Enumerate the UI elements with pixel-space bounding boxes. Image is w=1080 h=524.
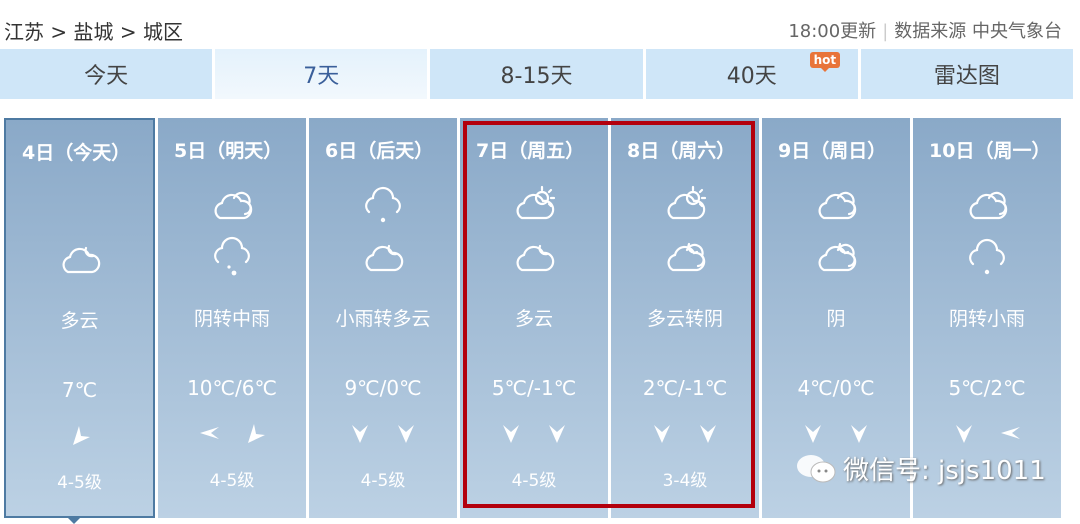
wind-direction — [158, 422, 306, 444]
light-rain-icon — [365, 186, 401, 223]
tab-7-days[interactable]: 7天 — [215, 49, 428, 99]
update-info: 18:00更新 | 数据来源 中央气象台 — [788, 17, 1062, 43]
wind-level: 4-5级 — [360, 471, 406, 491]
forecast-day-1[interactable]: 4日（今天） 多云 7℃ 4-5级 — [4, 118, 155, 524]
temperature: 10℃/6℃ — [187, 376, 277, 400]
divider: | — [882, 21, 889, 42]
partly-cloudy-night-icon — [365, 244, 404, 272]
forecast-tabs: 今天 7天 8-15天 40天 hot 雷达图 — [0, 49, 1074, 99]
weather-desc: 阴 — [826, 308, 846, 330]
wind-direction — [762, 422, 910, 444]
breadcrumb[interactable]: 江苏 > 盐城 > 城区 — [4, 16, 183, 45]
partly-cloudy-night-icon — [516, 244, 555, 272]
tab-label: 40天 — [726, 64, 777, 89]
weather-desc: 小雨转多云 — [335, 308, 431, 330]
wind-north-icon — [398, 425, 414, 443]
tab-8-15-days[interactable]: 8-15天 — [430, 49, 643, 99]
wind-north-icon — [352, 425, 368, 443]
watermark: 微信号: jsjs1011 — [795, 450, 1046, 487]
wechat-icon — [797, 454, 836, 482]
temperature: 5℃/-1℃ — [491, 376, 577, 400]
day-title: 8日（周六） — [627, 140, 736, 162]
wind-level: 3-4级 — [662, 471, 708, 491]
update-time: 18:00更新 — [788, 21, 877, 42]
temperature: 5℃/2℃ — [948, 376, 1026, 400]
watermark-text: 微信号: jsjs1011 — [843, 456, 1046, 486]
tab-today[interactable]: 今天 — [0, 49, 213, 99]
overcast-night-icon — [818, 242, 857, 272]
forecast-day-2[interactable]: 5日（明天） 阴转中雨 10℃/6℃ 4-5级 — [158, 118, 306, 518]
wind-north-icon — [956, 425, 972, 443]
tab-40-days[interactable]: 40天 hot — [645, 49, 858, 99]
forecast-day-5[interactable]: 8日（周六） 多云转阴 2℃/-1℃ 3-4级 — [611, 118, 759, 518]
rain-icon — [214, 236, 250, 276]
tab-label: 雷达图 — [933, 64, 1000, 89]
hot-badge: hot — [809, 52, 841, 72]
wind-level: 4-5级 — [57, 473, 102, 493]
weather-desc: 多云 — [514, 308, 553, 330]
day-title: 4日（今天） — [22, 142, 131, 164]
wind-direction — [6, 424, 153, 446]
temperature: 7℃ — [61, 378, 98, 402]
weather-desc: 阴转小雨 — [948, 308, 1025, 330]
light-rain-icon — [969, 238, 1005, 275]
wind-north-icon — [654, 425, 670, 443]
temperature: 4℃/0℃ — [797, 376, 875, 400]
tab-label: 8-15天 — [500, 64, 573, 89]
wind-northeast-icon — [72, 426, 90, 445]
temperature: 9℃/0℃ — [344, 376, 422, 400]
weather-desc: 多云 — [60, 310, 99, 332]
tab-label: 7天 — [303, 64, 340, 89]
partly-cloudy-day-icon — [667, 185, 707, 220]
day-title: 5日（明天） — [174, 140, 283, 162]
wind-north-icon — [851, 425, 867, 443]
weather-desc: 阴转中雨 — [193, 308, 270, 330]
wind-east-icon — [200, 427, 219, 439]
temperature: 2℃/-1℃ — [642, 376, 728, 400]
day-title: 9日（周日） — [778, 140, 887, 162]
wind-north-icon — [700, 425, 716, 443]
forecast-day-4[interactable]: 7日（周五） 多云 5℃/-1℃ 4-5级 — [460, 118, 608, 518]
overcast-icon — [969, 191, 1008, 220]
overcast-night-icon — [667, 242, 706, 272]
weather-desc: 多云转阴 — [646, 308, 723, 330]
wind-north-icon — [549, 425, 565, 443]
tab-label: 今天 — [84, 64, 129, 89]
wind-east-icon — [1001, 427, 1020, 439]
wind-north-icon — [805, 425, 821, 443]
day-title: 7日（周五） — [476, 140, 585, 162]
tab-radar[interactable]: 雷达图 — [860, 49, 1074, 99]
wind-direction — [611, 422, 759, 444]
day-title: 6日（后天） — [325, 140, 434, 162]
wind-north-icon — [503, 425, 519, 443]
forecast-day-3[interactable]: 6日（后天） 小雨转多云 9℃/0℃ 4-5级 — [309, 118, 457, 518]
wind-level: 4-5级 — [511, 471, 557, 491]
wind-direction — [913, 422, 1061, 444]
wind-direction — [309, 422, 457, 444]
overcast-icon — [214, 191, 253, 220]
wind-northeast-icon — [248, 424, 265, 443]
data-source: 数据来源 中央气象台 — [894, 21, 1062, 42]
overcast-icon — [818, 191, 857, 220]
partly-cloudy-day-icon — [516, 185, 556, 220]
wind-direction — [460, 422, 608, 444]
wind-level: 4-5级 — [209, 471, 255, 491]
partly-cloudy-night-icon — [61, 246, 100, 274]
day-title: 10日（周一） — [929, 140, 1051, 162]
